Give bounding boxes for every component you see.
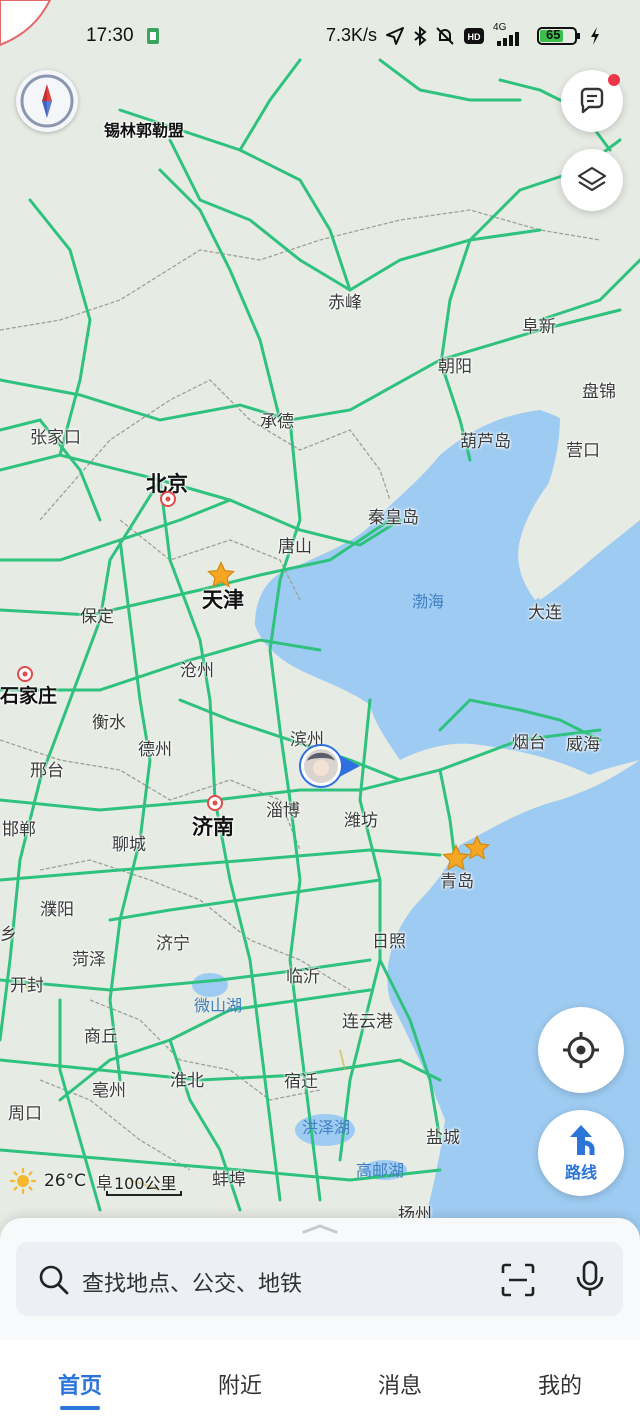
lake-label: 洪泽湖 (302, 1118, 351, 1137)
compass-button[interactable] (16, 70, 78, 132)
search-icon (39, 1265, 69, 1295)
map-label[interactable]: 开封 (10, 971, 44, 996)
active-tab-indicator (60, 1406, 100, 1410)
map-scale: 100公里 (106, 1170, 182, 1196)
clock: 17:30 (86, 25, 134, 46)
map-label[interactable]: 张家口 (30, 423, 81, 448)
map-label[interactable]: 周口 (8, 1099, 42, 1124)
map-label[interactable]: 邢台 (30, 756, 64, 781)
route-button[interactable]: 路线 (538, 1110, 624, 1196)
search-bar[interactable]: 查找地点、公交、地铁 (16, 1242, 623, 1316)
map-label[interactable]: 保定 (80, 602, 114, 627)
map-label[interactable]: 秦皇岛 (368, 503, 419, 528)
signal-indicator: 4G (493, 22, 529, 46)
layers-icon (577, 166, 607, 192)
map-label[interactable]: 烟台 (512, 728, 546, 753)
sun-icon (10, 1168, 36, 1194)
crosshair-icon (563, 1032, 599, 1068)
user-location-marker[interactable] (298, 743, 364, 789)
svg-text:HD: HD (468, 32, 481, 42)
capital-marker-icon (17, 666, 33, 682)
map-label[interactable]: 商丘 (84, 1022, 118, 1047)
battery-icon: 65 (537, 26, 581, 46)
microphone-icon[interactable] (574, 1260, 606, 1298)
tab-home[interactable]: 首页 (40, 1368, 120, 1410)
tab-label: 附近 (217, 1374, 262, 1399)
map-label[interactable]: 衡水 (92, 708, 126, 733)
favorite-star-icon[interactable] (206, 560, 236, 590)
bluetooth-icon (414, 25, 427, 46)
map-label[interactable]: 德州 (138, 735, 172, 760)
lake-label: 高邮湖 (356, 1161, 405, 1180)
signal-icon (497, 31, 520, 46)
map-label[interactable]: 乡 (0, 920, 17, 945)
map-label[interactable]: 亳州 (92, 1076, 126, 1101)
map-label[interactable]: 唐山 (278, 532, 312, 557)
hd-icon: HD (464, 27, 485, 44)
sim-app-icon (147, 28, 159, 44)
map-label[interactable]: 宿迁 (284, 1067, 318, 1092)
temperature: 26°C (44, 1171, 87, 1191)
tab-profile[interactable]: 我的 (520, 1368, 600, 1400)
layers-button[interactable] (561, 149, 623, 211)
map-label[interactable]: 临沂 (286, 962, 320, 987)
map-label[interactable]: 连云港 (342, 1007, 393, 1032)
status-right: 7.3K/s HD 4G 65 (326, 22, 601, 46)
map-label[interactable]: 聊城 (112, 830, 146, 855)
battery-level: 65 (546, 26, 561, 42)
map-label[interactable]: 赤峰 (328, 288, 362, 313)
tab-label: 消息 (377, 1374, 422, 1399)
lake-label: 微山湖 (194, 996, 243, 1015)
map-label[interactable]: 沧州 (180, 656, 214, 681)
notification-dot (608, 74, 620, 86)
map-label[interactable]: 承德 (260, 407, 294, 432)
status-bar: 17:30 7.3K/s HD 4G 65 (0, 0, 640, 70)
compass-icon (20, 74, 74, 128)
sea-label: 渤海 (412, 592, 445, 611)
map-label[interactable]: 濮阳 (40, 895, 74, 920)
location-arrow-icon (299, 744, 360, 788)
locate-me-button[interactable] (538, 1007, 624, 1093)
chat-bubble-icon (580, 87, 604, 114)
map-label[interactable]: 邯郸 (2, 815, 36, 840)
map-label[interactable]: 济南 (192, 811, 234, 841)
map-label[interactable]: 阜新 (522, 312, 556, 337)
weather-widget[interactable]: 26°C (10, 1168, 86, 1194)
scale-bar (106, 1191, 182, 1196)
message-button[interactable] (561, 70, 623, 132)
tab-label: 我的 (537, 1374, 582, 1399)
map-label[interactable]: 淄博 (266, 796, 300, 821)
route-arrow-icon (570, 1125, 595, 1155)
map-label[interactable]: 石家庄 (0, 681, 57, 708)
tab-nearby[interactable]: 附近 (200, 1368, 280, 1400)
map-label[interactable]: 威海 (566, 730, 600, 755)
search-input[interactable]: 查找地点、公交、地铁 (82, 1266, 302, 1298)
sheet-handle-icon[interactable] (300, 1224, 340, 1234)
map-label[interactable]: 朝阳 (438, 352, 472, 377)
route-label: 路线 (564, 1163, 597, 1182)
net-speed: 7.3K/s (326, 25, 378, 45)
map-label[interactable]: 锡林郭勒盟 (104, 117, 184, 141)
map-label[interactable]: 菏泽 (72, 945, 106, 970)
map-label[interactable]: 蚌埠 (212, 1165, 246, 1190)
map-label[interactable]: 盐城 (426, 1123, 460, 1148)
favorite-star-icon[interactable] (463, 834, 491, 862)
map-label[interactable]: 大连 (528, 598, 562, 623)
bottom-tab-bar: 首页 附近 消息 我的 (0, 1340, 640, 1422)
tab-label: 首页 (57, 1374, 102, 1399)
map-label[interactable]: 日照 (372, 927, 406, 952)
map-label[interactable]: 营口 (566, 436, 600, 461)
map-label[interactable]: 盘锦 (582, 377, 616, 402)
capital-marker-icon (160, 491, 176, 507)
capital-marker-icon (207, 795, 223, 811)
scan-icon[interactable] (500, 1262, 536, 1298)
map-label[interactable]: 济宁 (156, 929, 190, 954)
location-arrow-icon (386, 26, 405, 45)
tab-messages[interactable]: 消息 (360, 1368, 440, 1400)
mute-bell-icon (436, 26, 454, 45)
map-label[interactable]: 潍坊 (344, 806, 378, 831)
map-label[interactable]: 葫芦岛 (460, 427, 511, 452)
map-label[interactable]: 淮北 (170, 1066, 204, 1091)
charging-icon (591, 26, 600, 45)
